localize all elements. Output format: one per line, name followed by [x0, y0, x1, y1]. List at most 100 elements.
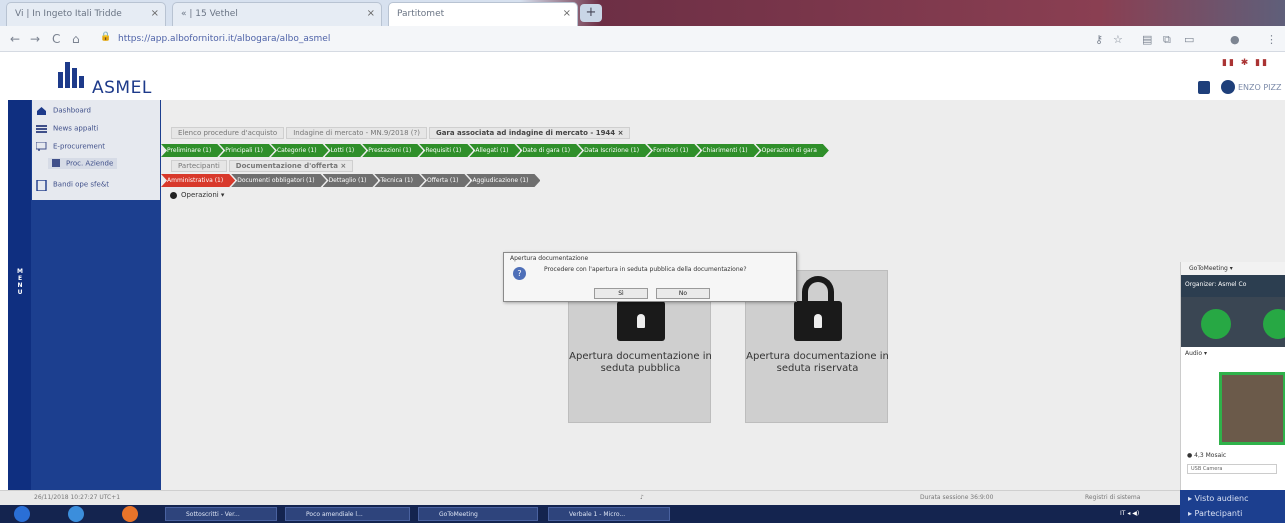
list-icon [52, 159, 60, 168]
camera-label: ● 4,3 Mosaic [1187, 452, 1227, 459]
doc-tab-pill[interactable]: Amministrativa (1) [161, 174, 235, 187]
meeting-header[interactable]: GoToMeeting ▾ [1181, 262, 1285, 275]
cart-icon [35, 141, 47, 151]
dialog-cancel-button[interactable]: No [656, 288, 710, 299]
menu-label: MENU [17, 268, 23, 296]
close-icon[interactable]: × [563, 8, 571, 19]
sidebar-panel: Dashboard News appalti E-procurement Pro… [32, 100, 160, 200]
browser-tab-bar: Vi | In Ingeto Itali Tridde × « | 15 Veth… [0, 0, 1285, 26]
gara-tabs: Preliminare (1) Principali (1) Categorie (… [161, 144, 825, 157]
meeting-footer: ▸ Visto audienc ▸ Partecipanti [1180, 490, 1285, 523]
breadcrumb-current[interactable]: Documentazione d'offerta × [228, 160, 354, 172]
participants-toggle[interactable]: ▸ Partecipanti [1188, 509, 1242, 518]
browser-tab[interactable]: Vi | In Ingeto Itali Tridde × [6, 2, 166, 26]
sidebar-item-proc-aziende[interactable]: Proc. Aziende [48, 158, 118, 169]
taskbar-item[interactable]: Poco amendiale l... [285, 507, 410, 521]
breadcrumb-item[interactable]: Elenco procedure d'acquisto [171, 127, 285, 139]
translate-icon[interactable]: ⧉ [1163, 33, 1171, 47]
doc-tab-pill[interactable]: Aggiudicazione (1) [466, 174, 540, 187]
meeting-controls [1181, 297, 1285, 347]
status-bar: 26/11/2018 10:27:27 UTC+1 ♪ Durata sessi… [0, 490, 1180, 505]
question-icon: ? [513, 267, 526, 280]
doc-icon [36, 179, 47, 192]
taskbar-item-label: Poco amendiale l... [306, 511, 363, 518]
doc-tab-pill[interactable]: Documenti obbligatori (1) [231, 174, 326, 187]
sidebar-item-news[interactable]: News appalti [36, 124, 98, 133]
browser-tab[interactable]: « | 15 Vethel × [172, 2, 382, 26]
menu-strip[interactable]: MENU [8, 100, 31, 490]
kebab-menu-icon[interactable]: ⋮ [1266, 33, 1277, 46]
tab-pill[interactable]: Categorie (1) [271, 144, 329, 157]
reload-icon[interactable]: C [52, 32, 60, 46]
taskbar-item-label: Sottoscritti - Ver... [186, 511, 240, 518]
breadcrumb-item[interactable]: Indagine di mercato - MN.9/2018 (?) [286, 127, 427, 139]
back-icon[interactable]: ← [10, 32, 20, 46]
bell-icon[interactable]: ♪ [640, 494, 644, 501]
doc-tab-pill[interactable]: Dettaglio (1) [323, 174, 379, 187]
audio-label[interactable]: Audio ▾ [1185, 350, 1207, 357]
edge-icon[interactable] [68, 506, 84, 522]
meeting-panel: GoToMeeting ▾ Organizer: Asmel Co Audio … [1180, 262, 1285, 490]
tab-pill[interactable]: Allegati (1) [469, 144, 520, 157]
sidebar-item-bandi[interactable]: Bandi ope sfe&t [36, 179, 109, 192]
close-icon[interactable]: × [151, 8, 159, 19]
asmel-logo-icon [58, 62, 84, 88]
tab-pill[interactable]: Chiarimenti (1) [696, 144, 759, 157]
tab-pill[interactable]: Lotti (1) [325, 144, 367, 157]
status-timestamp: 26/11/2018 10:27:27 UTC+1 [34, 494, 121, 501]
tab-pill[interactable]: Fornitori (1) [647, 144, 700, 157]
tab-pill[interactable]: Principali (1) [219, 144, 275, 157]
address-bar: ← → C ⌂ 🔒 https://app.albofornitori.it/a… [0, 26, 1285, 52]
confirm-dialog: Apertura documentazione ? Procedere con … [503, 252, 797, 302]
print-icon[interactable] [1198, 81, 1210, 94]
dialog-ok-button[interactable]: Sì [594, 288, 648, 299]
dialog-title: Apertura documentazione [510, 255, 589, 262]
user-name[interactable]: ENZO PIZZ [1238, 83, 1282, 92]
audience-view-toggle[interactable]: ▸ Visto audienc [1188, 494, 1248, 503]
url-field[interactable]: https://app.albofornitori.it/albogara/al… [112, 31, 1080, 48]
firefox-icon[interactable] [122, 506, 138, 522]
tile-label: Apertura documentazione in seduta pubbli… [569, 351, 712, 374]
browser-tab-active[interactable]: Partitomet × [388, 2, 578, 26]
star-icon[interactable]: ☆ [1113, 33, 1123, 46]
forward-icon[interactable]: → [30, 32, 40, 46]
cast-icon[interactable]: ▭ [1184, 33, 1194, 46]
operations-menu[interactable]: Operazioni ▾ [170, 191, 224, 199]
camera-button[interactable] [1263, 309, 1285, 339]
tab-pill[interactable]: Prestazioni (1) [362, 144, 423, 157]
breadcrumb: Elenco procedure d'acquisto Indagine di m… [171, 127, 632, 139]
tab-label: « | 15 Vethel [181, 9, 238, 19]
breadcrumb-current[interactable]: Gara associata ad indagine di mercato - … [428, 127, 631, 139]
extension-icon[interactable]: ▤ [1142, 33, 1152, 46]
language-flags[interactable]: ▮▮ ✱ ▮▮ [1222, 58, 1269, 68]
taskbar-item[interactable]: Sottoscritti - Ver... [165, 507, 277, 521]
doc-tab-pill[interactable]: Tecnica (1) [374, 174, 425, 187]
tab-pill[interactable]: Preliminare (1) [161, 144, 223, 157]
profile-icon[interactable]: ● [1230, 33, 1240, 46]
key-icon[interactable]: ⚷ [1095, 33, 1103, 46]
tab-pill[interactable]: Requisiti (1) [419, 144, 473, 157]
breadcrumb-item[interactable]: Partecipanti [171, 160, 227, 172]
camera-select[interactable]: USB Camera [1187, 464, 1277, 474]
sidebar-item-label: Proc. Aziende [66, 159, 114, 168]
windows-start-icon[interactable] [14, 506, 30, 522]
doc-tab-pill[interactable]: Offerta (1) [421, 174, 470, 187]
microphone-button[interactable] [1201, 309, 1231, 339]
taskbar-item[interactable]: GoToMeeting [418, 507, 538, 521]
tab-pill[interactable]: Date di gara (1) [516, 144, 582, 157]
news-icon [36, 124, 47, 133]
new-tab-button[interactable]: + [580, 4, 602, 22]
home-icon[interactable]: ⌂ [72, 32, 80, 46]
logo-text: ASMEL [92, 78, 152, 98]
tab-pill[interactable]: Operazioni di gara [756, 144, 829, 157]
user-avatar-icon[interactable] [1221, 80, 1235, 94]
tab-pill[interactable]: Data Iscrizione (1) [578, 144, 651, 157]
taskbar: Sottoscritti - Ver... Poco amendiale l..… [0, 505, 1180, 523]
sidebar-item-eprocurement[interactable]: E-procurement [35, 141, 105, 151]
sidebar-item-dashboard[interactable]: Dashboard [36, 106, 91, 115]
system-log-link[interactable]: Registri di sistema [1085, 494, 1140, 501]
taskbar-item[interactable]: Verbale 1 - Micro... [548, 507, 670, 521]
tray-clock[interactable]: IT ◂ ◀) [1120, 510, 1139, 517]
session-duration: Durata sessione 36:9:00 [920, 494, 994, 501]
close-icon[interactable]: × [367, 8, 375, 19]
